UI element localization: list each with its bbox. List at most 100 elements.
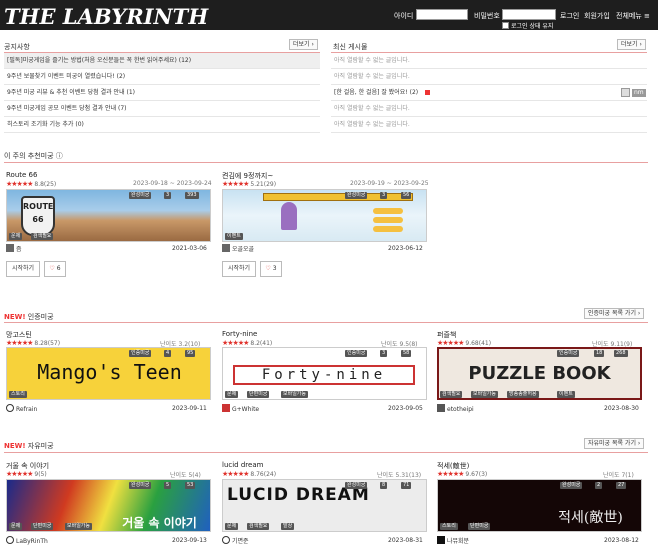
notice-item[interactable]: [필독]미궁게임을 즐기는 방법(처음 오신분들은 꼭 한번 읽어주세요) (1… <box>4 53 320 69</box>
site-logo[interactable]: THE LABYRINTH <box>4 4 208 29</box>
id-input[interactable] <box>416 9 468 20</box>
start-button[interactable]: 시작하기 <box>222 261 256 277</box>
card-thumbnail[interactable]: LUCID DREAM 완성미궁 8 71 문제 검색필요 발상 <box>222 479 427 532</box>
author-avatar-icon <box>437 404 445 412</box>
comment-count: 3 <box>380 192 388 199</box>
route66-sign: ROUTE 66 <box>21 196 55 236</box>
menu-button[interactable]: 전체메뉴 ≡ <box>616 11 650 21</box>
like-count: 71 <box>401 482 412 489</box>
card-author[interactable]: etotheipi <box>437 404 474 413</box>
notice-item[interactable]: 9주년 보물찾기 이벤트 미궁이 열렸습니다! (2) <box>4 69 320 85</box>
headphones-icon <box>222 536 230 544</box>
card-author[interactable]: G+White <box>222 404 259 413</box>
card-thumbnail[interactable]: Mango's Teen 인증미궁 4 95 스토리 <box>6 347 211 400</box>
rating-stars: ★★★★★ 8.28(57) <box>6 339 61 347</box>
tag: 단편미궁 <box>247 391 270 398</box>
tag: 완성미궁 <box>345 192 368 199</box>
tag: 인증미궁 <box>557 350 580 357</box>
card-author[interactable]: Refrain <box>6 404 37 413</box>
notice-item[interactable]: 9주년 미궁게임 공모 이벤트 당첨 결과 안내 (7) <box>4 101 320 117</box>
card-title[interactable]: Forty-nine <box>222 330 257 338</box>
card-author[interactable]: LaByRinTh <box>6 536 48 545</box>
difficulty: 난이도 7(1) <box>603 472 634 479</box>
card-thumbnail[interactable]: 완성미궁 3 56 이벤트 <box>222 189 427 242</box>
menu-option <box>373 217 403 223</box>
thumbnail-text: 거울 속 이야기 <box>122 516 197 530</box>
tag: 완성미궁 <box>129 482 152 489</box>
id-label: 아이디 <box>394 12 414 20</box>
certified-more-button[interactable]: 인증미궁 목록 가기 › <box>584 308 645 319</box>
thumbnail-text: Forty-nine <box>233 365 415 385</box>
tag: 완성미궁 <box>129 192 152 199</box>
latest-item[interactable]: 아직 열람할 수 없는 글입니다. <box>331 101 647 117</box>
tag: 방송송출허용 <box>507 391 539 398</box>
signup-link[interactable]: 회원가입 <box>584 11 610 21</box>
user-avatar-icon <box>621 88 630 97</box>
latest-item[interactable]: 아직 열람할 수 없는 글입니다. <box>331 117 647 133</box>
tag: 이벤트 <box>225 233 243 240</box>
card-thumbnail[interactable]: PUZZLE BOOK 인증미궁 18 268 검색필요 모바일가능 방송송출허… <box>437 347 642 400</box>
card-thumbnail[interactable]: 적세(敵世) 완성미궁 2 27 스토리 단편미궁 <box>437 479 642 532</box>
card-date: 2023-08-12 <box>604 537 639 544</box>
like-count: 27 <box>616 482 627 489</box>
latest-item[interactable]: 아직 열람할 수 없는 글입니다. <box>331 69 647 85</box>
tag: 검색필요 <box>247 523 270 530</box>
latest-title: 최신 게시물 <box>333 43 368 51</box>
comment-count: 5 <box>164 482 172 489</box>
latest-item[interactable]: [한 걸음, 한 걸음] 잘 봤어요! (2) <box>331 85 647 101</box>
like-button[interactable]: ♡ 3 <box>260 261 282 277</box>
tag: 모바일가능 <box>471 391 499 398</box>
tag: 운제 <box>9 233 23 240</box>
certified-title: NEW! 인증미궁 <box>4 313 54 321</box>
comment-count: 3 <box>164 192 172 199</box>
author-avatar-icon <box>222 244 230 252</box>
card-thumbnail[interactable]: 거울 속 이야기 완성미궁 5 53 문제 단편미궁 모바일가능 <box>6 479 211 532</box>
tag: 문제 <box>9 523 23 530</box>
divider <box>4 452 648 453</box>
card-date: 2023-08-30 <box>604 405 639 412</box>
tag: 완성미궁 <box>560 482 583 489</box>
card-title[interactable]: lucid dream <box>222 461 263 469</box>
card-author[interactable]: 즘 <box>6 244 22 253</box>
latest-more-button[interactable]: 더보기 › <box>617 39 646 50</box>
latest-item[interactable]: 아직 열람할 수 없는 글입니다. <box>331 53 647 69</box>
recommend-period: 2023-09-18 ~ 2023-09-24 <box>133 180 212 187</box>
tag: 문제 <box>225 523 239 530</box>
author-avatar-icon <box>222 404 230 412</box>
rating-stars: ★★★★★ 9(5) <box>6 470 47 478</box>
menu-option <box>373 226 403 232</box>
notice-item[interactable]: 9주년 미궁 리뷰 & 추천 이벤트 당첨 결과 안내 (1) <box>4 85 320 101</box>
card-author[interactable]: 기면준 <box>222 536 249 545</box>
card-date: 2023-09-11 <box>172 405 207 412</box>
tag: 인증미궁 <box>129 350 152 357</box>
card-thumbnail[interactable]: ROUTE 66 완성미궁 3 393 운제 검색필요 <box>6 189 211 242</box>
card-author[interactable]: 나뮤회분 <box>437 536 469 545</box>
card-author[interactable]: 오골오골 <box>222 244 254 253</box>
notice-more-button[interactable]: 더보기 › <box>289 39 318 50</box>
rating-stars: ★★★★★ 8.8(25) <box>6 180 57 188</box>
notice-item[interactable]: 히스토리 조기화 기능 추가 (0) <box>4 117 320 133</box>
login-button[interactable]: 로그인 <box>560 11 579 21</box>
free-more-button[interactable]: 자유미궁 목록 가기 › <box>584 438 645 449</box>
card-title[interactable]: Route 66 <box>6 171 37 179</box>
keep-login-checkbox[interactable] <box>502 22 509 29</box>
card-date: 2023-09-13 <box>172 537 207 544</box>
like-count: 393 <box>185 192 199 199</box>
rating-stars: ★★★★★ 9.67(3) <box>437 470 488 478</box>
card-date: 2023-09-05 <box>388 405 423 412</box>
tag: 단편미궁 <box>31 523 54 530</box>
thumbnail-text: PUZZLE BOOK <box>468 363 611 384</box>
start-button[interactable]: 시작하기 <box>6 261 40 277</box>
card-thumbnail[interactable]: Forty-nine 인증미궁 3 58 문제 단편미궁 모바일가능 <box>222 347 427 400</box>
recommend-title: 이 주의 추천미궁 ⓘ <box>4 152 63 160</box>
like-button[interactable]: ♡ 6 <box>44 261 66 277</box>
thumbnail-text: 적세(敵世) <box>558 510 623 526</box>
difficulty: 난이도 5.31(13) <box>377 472 422 479</box>
tag: 스토리 <box>440 523 458 530</box>
password-input[interactable] <box>502 9 556 20</box>
card-date: 2023-06-12 <box>388 245 423 252</box>
character-figure <box>281 202 297 230</box>
like-count: 268 <box>614 350 628 357</box>
notice-title: 공지사항 <box>4 43 30 51</box>
rating-stars: ★★★★★ 5.21(29) <box>222 180 277 188</box>
